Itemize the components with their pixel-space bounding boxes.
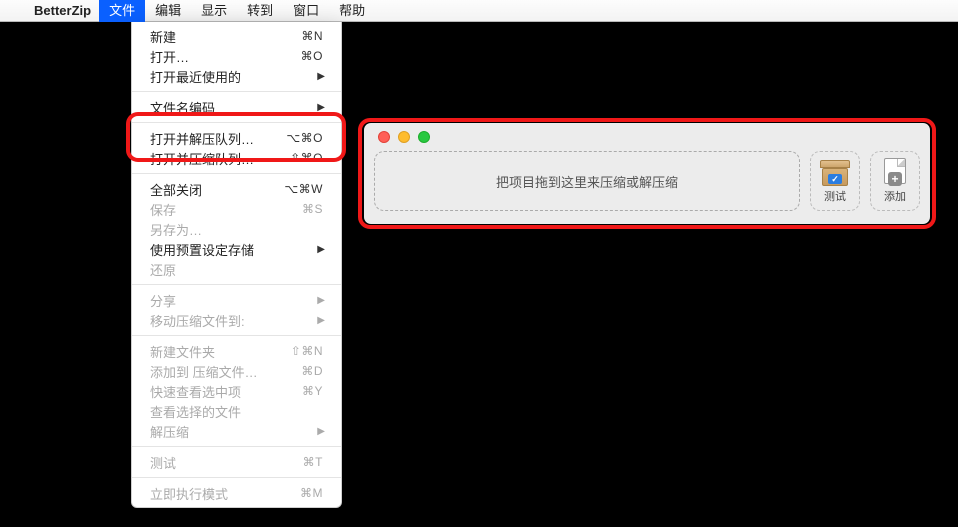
toolbar-add-button[interactable]: + 添加 [870,151,920,211]
chevron-right-icon: ▶ [317,71,325,82]
menu-item-view-selected: 查看选择的文件 [132,401,341,421]
menu-item-share: 分享 ▶ [132,290,341,310]
menu-go[interactable]: 转到 [237,0,283,22]
menu-item-quick-look: 快速查看选中项 ⌘Y [132,381,341,401]
menu-item-extract: 解压缩 ▶ [132,421,341,441]
menu-item-revert: 还原 [132,259,341,279]
chevron-right-icon: ▶ [317,102,325,113]
drop-zone-label: 把项目拖到这里来压缩或解压缩 [496,172,678,191]
menu-separator [132,91,341,92]
zoom-window-button[interactable] [418,131,430,143]
drop-zone[interactable]: 把项目拖到这里来压缩或解压缩 [374,151,800,211]
menu-separator [132,122,341,123]
menu-item-filename-encoding[interactable]: 文件名编码 ▶ [132,97,341,117]
box-check-icon: ✓ [820,158,850,186]
menu-help[interactable]: 帮助 [329,0,375,22]
menu-item-execute-mode: 立即执行模式 ⌘M [132,483,341,503]
menu-item-new-folder: 新建文件夹 ⇧⌘N [132,341,341,361]
menu-view[interactable]: 显示 [191,0,237,22]
menu-item-save: 保存 ⌘S [132,199,341,219]
chevron-right-icon: ▶ [317,315,325,326]
menu-separator [132,173,341,174]
close-window-button[interactable] [378,131,390,143]
file-menu-dropdown: 新建 ⌘N 打开… ⌘O 打开最近使用的 ▶ 文件名编码 ▶ 打开并解压队列… … [131,22,342,508]
toolbar-test-label: 测试 [824,188,846,204]
menu-item-test: 测试 ⌘T [132,452,341,472]
menu-item-new[interactable]: 新建 ⌘N [132,26,341,46]
toolbar-test-button[interactable]: ✓ 测试 [810,151,860,211]
menu-item-open-extract-queue[interactable]: 打开并解压队列… ⌥⌘O [132,128,341,148]
minimize-window-button[interactable] [398,131,410,143]
chevron-right-icon: ▶ [317,426,325,437]
app-name[interactable]: BetterZip [26,0,99,22]
menu-item-save-as: 另存为… [132,219,341,239]
menu-separator [132,335,341,336]
menu-item-open-recent[interactable]: 打开最近使用的 ▶ [132,66,341,86]
window-traffic-lights [374,131,920,143]
chevron-right-icon: ▶ [317,244,325,255]
toolbar-add-label: 添加 [884,188,906,204]
menu-file[interactable]: 文件 [99,0,145,22]
menu-window[interactable]: 窗口 [283,0,329,22]
menu-item-move-archive-to: 移动压缩文件到: ▶ [132,310,341,330]
queue-window: 把项目拖到这里来压缩或解压缩 ✓ 测试 + 添加 [364,123,930,224]
menu-separator [132,446,341,447]
menu-separator [132,477,341,478]
menu-item-save-preset[interactable]: 使用预置设定存储 ▶ [132,239,341,259]
menu-separator [132,284,341,285]
chevron-right-icon: ▶ [317,295,325,306]
menu-item-open-compress-queue[interactable]: 打开并压缩队列… ⇧⌘O [132,148,341,168]
file-plus-icon: + [880,158,910,186]
menu-edit[interactable]: 编辑 [145,0,191,22]
menu-item-close-all[interactable]: 全部关闭 ⌥⌘W [132,179,341,199]
menu-item-open[interactable]: 打开… ⌘O [132,46,341,66]
menu-item-add-to-archive: 添加到 压缩文件… ⌘D [132,361,341,381]
menubar: BetterZip 文件 编辑 显示 转到 窗口 帮助 [0,0,958,22]
